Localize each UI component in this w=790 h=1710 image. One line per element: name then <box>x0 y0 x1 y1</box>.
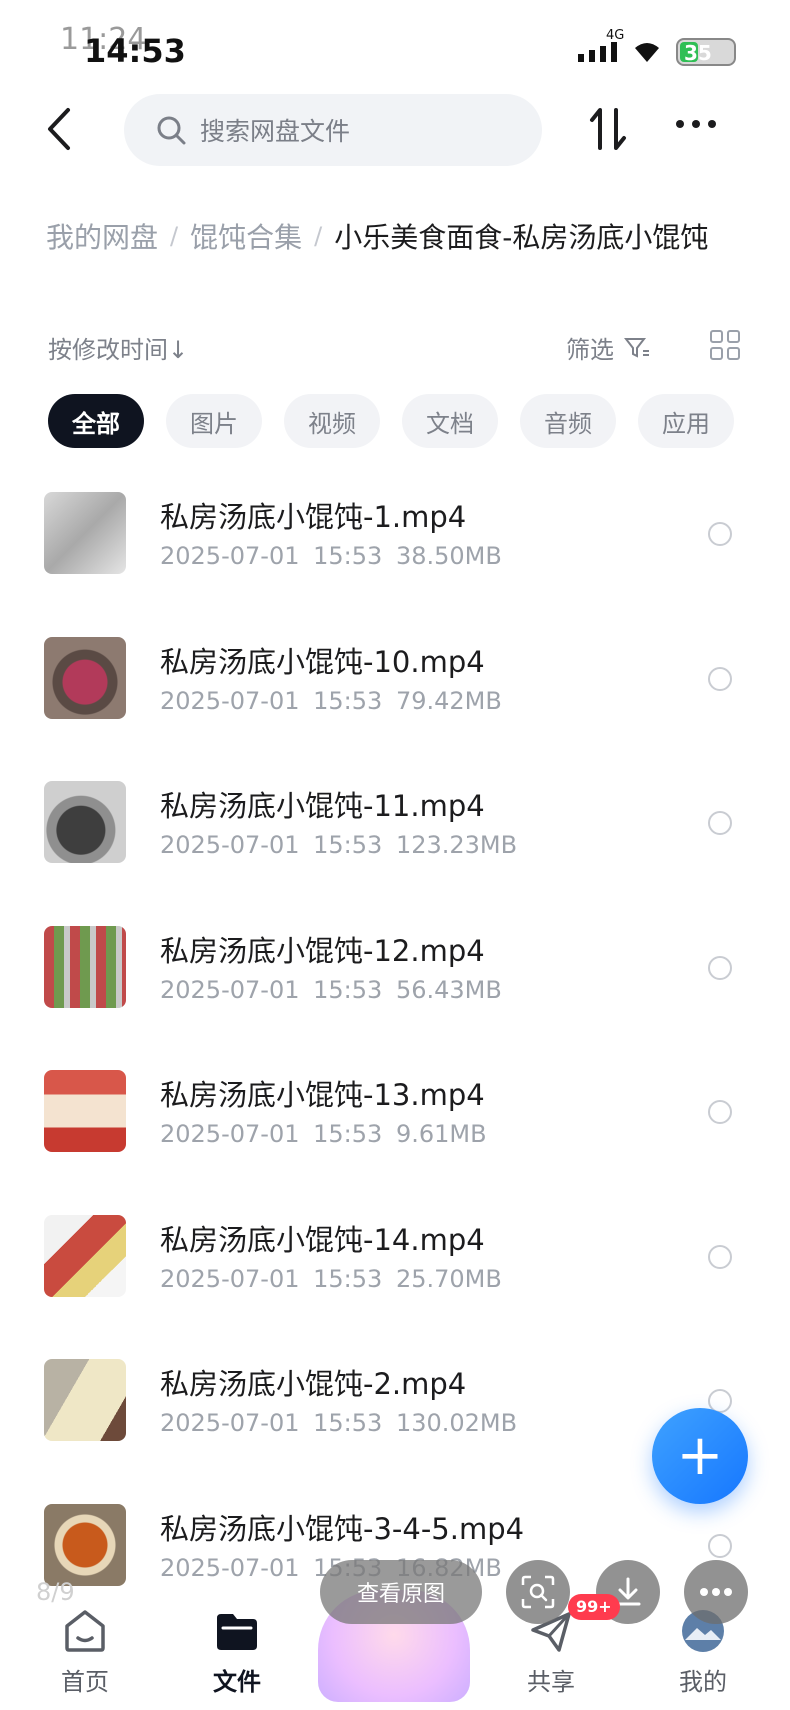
breadcrumb-parent[interactable]: 馄饨合集 <box>190 216 302 256</box>
filter-button[interactable]: 筛选 <box>566 330 650 365</box>
video-thumbnail <box>44 781 126 863</box>
more-dots-icon <box>700 1588 732 1596</box>
view-original-button[interactable]: 查看原图 <box>320 1560 482 1624</box>
status-time: 14:53 <box>84 32 186 70</box>
file-row[interactable]: 私房汤底小馄饨-12.mp4 2025-07-01 15:53 56.43MB <box>0 914 790 1059</box>
filter-icon <box>624 337 649 358</box>
file-name: 私房汤底小馄饨-12.mp4 <box>160 933 485 968</box>
scan-button[interactable] <box>506 1560 570 1624</box>
search-icon <box>157 116 186 145</box>
home-icon <box>65 1610 105 1652</box>
file-row[interactable]: 私房汤底小馄饨-14.mp4 2025-07-01 15:53 25.70MB <box>0 1203 790 1348</box>
file-meta: 2025-07-01 15:53 38.50MB <box>160 542 502 570</box>
filter-label: 筛选 <box>566 336 614 364</box>
tab-apps[interactable]: 应用 <box>638 394 734 448</box>
sort-dropdown[interactable]: 按修改时间↓ <box>48 330 188 365</box>
notification-badge: 99+ <box>568 1594 620 1620</box>
network-type: 4G <box>606 28 625 43</box>
category-tabs: 全部 图片 视频 文档 音频 应用 <box>48 394 734 448</box>
tab-documents[interactable]: 文档 <box>402 394 498 448</box>
file-row[interactable]: 私房汤底小馄饨-10.mp4 2025-07-01 15:53 79.42MB <box>0 625 790 770</box>
select-radio[interactable] <box>708 1100 732 1124</box>
breadcrumb-current: 小乐美食面食-私房汤底小馄饨 <box>334 221 709 254</box>
video-thumbnail <box>44 925 126 1008</box>
file-meta: 2025-07-01 15:53 130.02MB <box>160 1409 518 1437</box>
file-name: 私房汤底小馄饨-10.mp4 <box>160 644 485 679</box>
select-radio[interactable] <box>708 666 732 691</box>
grid-view-icon[interactable] <box>710 330 740 360</box>
select-radio[interactable] <box>708 811 732 835</box>
page-counter: 8/9 <box>36 1578 75 1606</box>
overlay-more-button[interactable] <box>684 1560 748 1624</box>
file-meta: 2025-07-01 15:53 9.61MB <box>160 1120 487 1148</box>
transfer-icon[interactable] <box>588 104 628 154</box>
video-thumbnail <box>44 636 126 719</box>
scan-search-icon <box>521 1575 555 1609</box>
wifi-icon <box>635 43 659 62</box>
file-meta: 2025-07-01 15:53 25.70MB <box>160 1264 502 1293</box>
breadcrumb-root[interactable]: 我的网盘 <box>46 216 158 256</box>
status-bar: 11:24 14:53 4G 35 <box>0 0 790 90</box>
tab-videos[interactable]: 视频 <box>284 394 380 448</box>
search-placeholder: 搜索网盘文件 <box>200 117 351 146</box>
breadcrumb-separator: / <box>170 222 179 250</box>
file-name: 私房汤底小馄饨-1.mp4 <box>160 500 467 534</box>
nav-home[interactable]: 首页 <box>30 1600 140 1710</box>
file-name: 私房汤底小馄饨-11.mp4 <box>160 789 485 823</box>
file-row[interactable]: 私房汤底小馄饨-11.mp4 2025-07-01 15:53 123.23MB <box>0 769 790 914</box>
file-name: 私房汤底小馄饨-2.mp4 <box>160 1367 467 1401</box>
nav-home-label: 首页 <box>61 1668 109 1696</box>
nav-files[interactable]: 文件 <box>182 1600 292 1710</box>
file-name: 私房汤底小馄饨-13.mp4 <box>160 1078 485 1112</box>
back-icon[interactable] <box>42 104 78 154</box>
tab-all[interactable]: 全部 <box>48 394 144 448</box>
battery-icon: 35 <box>676 38 736 66</box>
more-icon[interactable] <box>676 120 724 136</box>
file-row[interactable]: 私房汤底小馄饨-1.mp4 2025-07-01 15:53 38.50MB <box>0 480 790 625</box>
video-thumbnail <box>44 1070 126 1152</box>
battery-level: 35 <box>684 41 712 65</box>
select-radio[interactable] <box>708 522 732 546</box>
file-name: 私房汤底小馄饨-14.mp4 <box>160 1222 485 1257</box>
file-meta: 2025-07-01 15:53 56.43MB <box>160 975 502 1004</box>
breadcrumb: 我的网盘 / 馄饨合集 / 小乐美食面食-私房汤底小馄饨 <box>46 216 708 256</box>
video-thumbnail <box>44 1214 126 1297</box>
file-name: 私房汤底小馄饨-3-4-5.mp4 <box>160 1511 525 1546</box>
nav-files-label: 文件 <box>213 1668 261 1696</box>
select-radio[interactable] <box>708 1533 732 1558</box>
video-thumbnail <box>44 1503 126 1586</box>
file-meta: 2025-07-01 15:53 123.23MB <box>160 831 518 859</box>
select-radio[interactable] <box>708 955 732 980</box>
file-row[interactable]: 私房汤底小馄饨-13.mp4 2025-07-01 15:53 9.61MB <box>0 1058 790 1203</box>
signal-icon <box>578 42 617 62</box>
search-input[interactable]: 搜索网盘文件 <box>124 94 542 166</box>
add-button[interactable]: + <box>652 1408 748 1504</box>
video-thumbnail <box>44 1359 126 1441</box>
file-meta: 2025-07-01 15:53 79.42MB <box>160 686 502 715</box>
breadcrumb-separator: / <box>314 222 323 250</box>
nav-share-label: 共享 <box>527 1668 575 1696</box>
video-thumbnail <box>44 492 126 574</box>
tab-audio[interactable]: 音频 <box>520 394 616 448</box>
folder-icon <box>217 1614 257 1650</box>
nav-mine-label: 我的 <box>679 1668 727 1696</box>
tab-images[interactable]: 图片 <box>166 394 262 448</box>
select-radio[interactable] <box>708 1244 732 1269</box>
